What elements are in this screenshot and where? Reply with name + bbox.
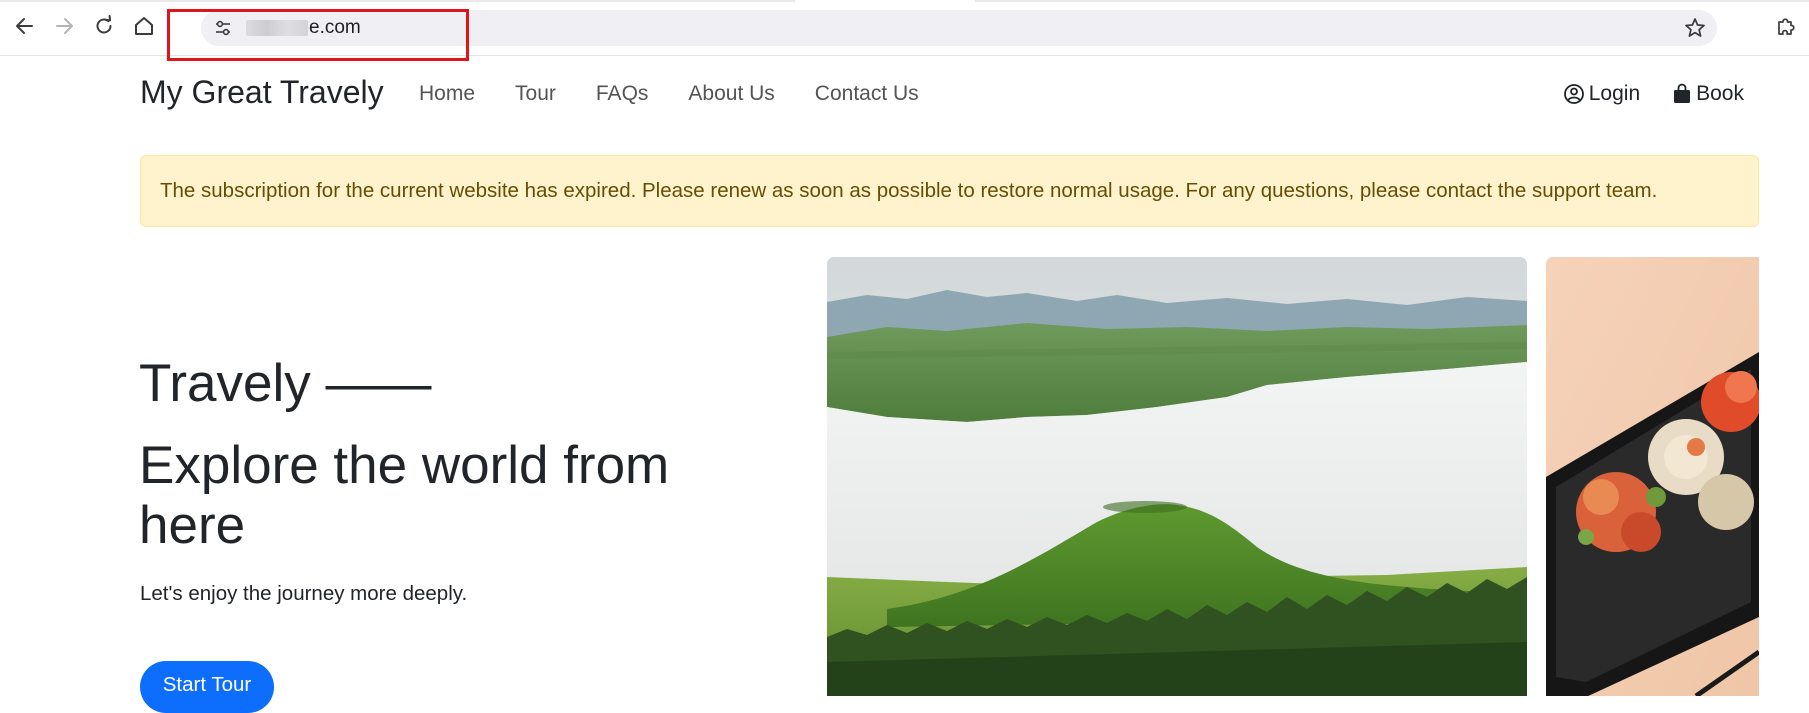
user-circle-icon — [1563, 84, 1584, 104]
carousel-image-food-tray — [1546, 257, 1759, 696]
hero-title-line2: Explore the world from here — [139, 436, 670, 555]
extensions-button[interactable] — [1772, 12, 1800, 40]
nav-link-home[interactable]: Home — [419, 82, 475, 106]
forward-arrow-icon — [56, 18, 73, 34]
home-icon — [135, 17, 153, 35]
browser-toolbar: e.com — [0, 0, 1809, 56]
nav-link-contact-us[interactable]: Contact Us — [815, 82, 919, 106]
url-domain-suffix: e.com — [309, 17, 361, 38]
tab-strip-edge — [975, 0, 1809, 2]
login-link[interactable]: Login — [1563, 82, 1640, 106]
food-tray-illustration — [1546, 257, 1759, 696]
alert-message: The subscription for the current website… — [160, 179, 1658, 202]
nav-link-about-us[interactable]: About Us — [688, 82, 774, 106]
login-label: Login — [1588, 82, 1641, 105]
hero-image-volcano-landscape — [827, 257, 1527, 696]
hero-title-line1: Travely —— — [139, 354, 432, 413]
nav-link-faqs[interactable]: FAQs — [596, 82, 649, 106]
reload-icon — [96, 15, 112, 34]
site-settings-icon[interactable] — [213, 18, 233, 38]
volcano-landscape-illustration — [827, 257, 1527, 696]
shopping-bag-icon — [1674, 83, 1691, 103]
forward-button[interactable] — [50, 12, 78, 40]
home-button[interactable] — [130, 12, 158, 40]
nav-actions: Login Book — [1531, 82, 1744, 106]
book-link[interactable]: Book — [1672, 82, 1744, 106]
subscription-expired-alert: The subscription for the current website… — [140, 155, 1759, 227]
hero-subtitle: Let's enjoy the journey more deeply. — [140, 582, 468, 605]
back-arrow-icon — [16, 18, 33, 34]
back-button[interactable] — [11, 12, 39, 40]
start-tour-button[interactable]: Start Tour — [140, 661, 274, 713]
reload-button[interactable] — [90, 12, 118, 40]
extensions-puzzle-icon — [1778, 18, 1795, 35]
url-text: e.com — [246, 17, 361, 39]
nav-link-tour[interactable]: Tour — [515, 82, 556, 106]
site-brand[interactable]: My Great Travely — [140, 74, 384, 111]
main-nav: Home Tour FAQs About Us Contact Us — [419, 82, 959, 106]
address-bar[interactable]: e.com — [201, 10, 1717, 46]
redacted-url-portion — [246, 20, 308, 36]
book-label: Book — [1696, 82, 1744, 105]
tab-strip-edge — [0, 0, 795, 2]
bookmark-star-icon[interactable] — [1683, 16, 1707, 40]
